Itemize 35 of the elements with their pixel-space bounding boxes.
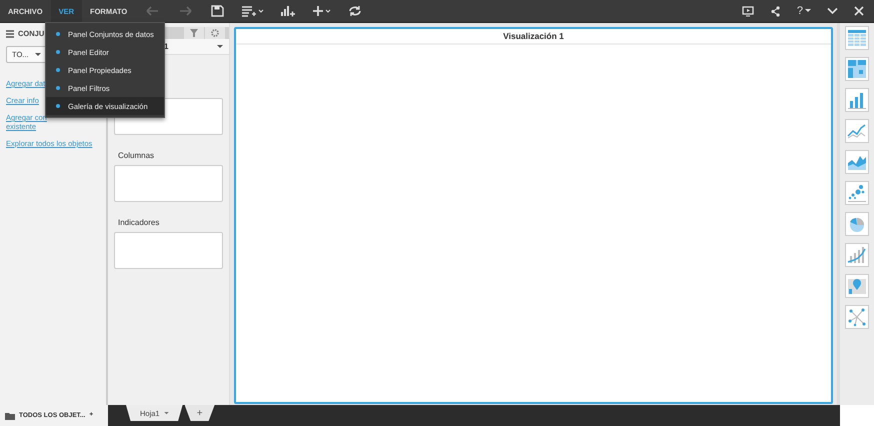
visualization-canvas[interactable]: Visualización 1 bbox=[234, 27, 833, 404]
map-icon[interactable] bbox=[845, 274, 869, 298]
present-icon[interactable] bbox=[742, 6, 754, 16]
combo-chart-icon[interactable] bbox=[845, 243, 869, 267]
pie-chart-icon[interactable] bbox=[845, 212, 869, 236]
save-icon[interactable] bbox=[209, 5, 226, 17]
close-icon[interactable] bbox=[854, 6, 864, 16]
crosstab-icon[interactable] bbox=[845, 57, 869, 81]
caret-icon bbox=[217, 44, 223, 48]
caret-icon bbox=[164, 412, 169, 414]
filter-tab[interactable] bbox=[184, 27, 204, 39]
zone-label: Columnas bbox=[118, 151, 156, 160]
add-data-icon[interactable] bbox=[241, 5, 264, 17]
share-icon[interactable] bbox=[770, 6, 781, 16]
bar-chart-icon[interactable] bbox=[845, 88, 869, 112]
zone-label: Indicadores bbox=[118, 218, 160, 227]
refresh-icon[interactable] bbox=[347, 5, 364, 17]
gear-icon bbox=[211, 29, 219, 37]
line-chart-icon[interactable] bbox=[845, 119, 869, 143]
scatter-chart-icon[interactable] bbox=[845, 181, 869, 205]
settings-tab[interactable] bbox=[205, 27, 225, 39]
table-icon[interactable] bbox=[845, 26, 869, 50]
caret-icon bbox=[805, 9, 811, 13]
add-icon[interactable] bbox=[312, 5, 332, 17]
filter-icon bbox=[190, 29, 198, 37]
caret-icon bbox=[34, 52, 41, 56]
folder-icon bbox=[5, 412, 15, 420]
visualization-title: Visualización 1 bbox=[236, 29, 831, 45]
add-chart-icon[interactable] bbox=[280, 5, 296, 17]
help-button[interactable]: ? bbox=[796, 5, 811, 17]
collapse-icon[interactable] bbox=[827, 7, 838, 15]
network-icon[interactable] bbox=[845, 305, 869, 329]
list-icon bbox=[6, 30, 14, 38]
area-chart-icon[interactable] bbox=[845, 150, 869, 174]
add-sheet-tab[interactable]: + bbox=[184, 405, 215, 421]
